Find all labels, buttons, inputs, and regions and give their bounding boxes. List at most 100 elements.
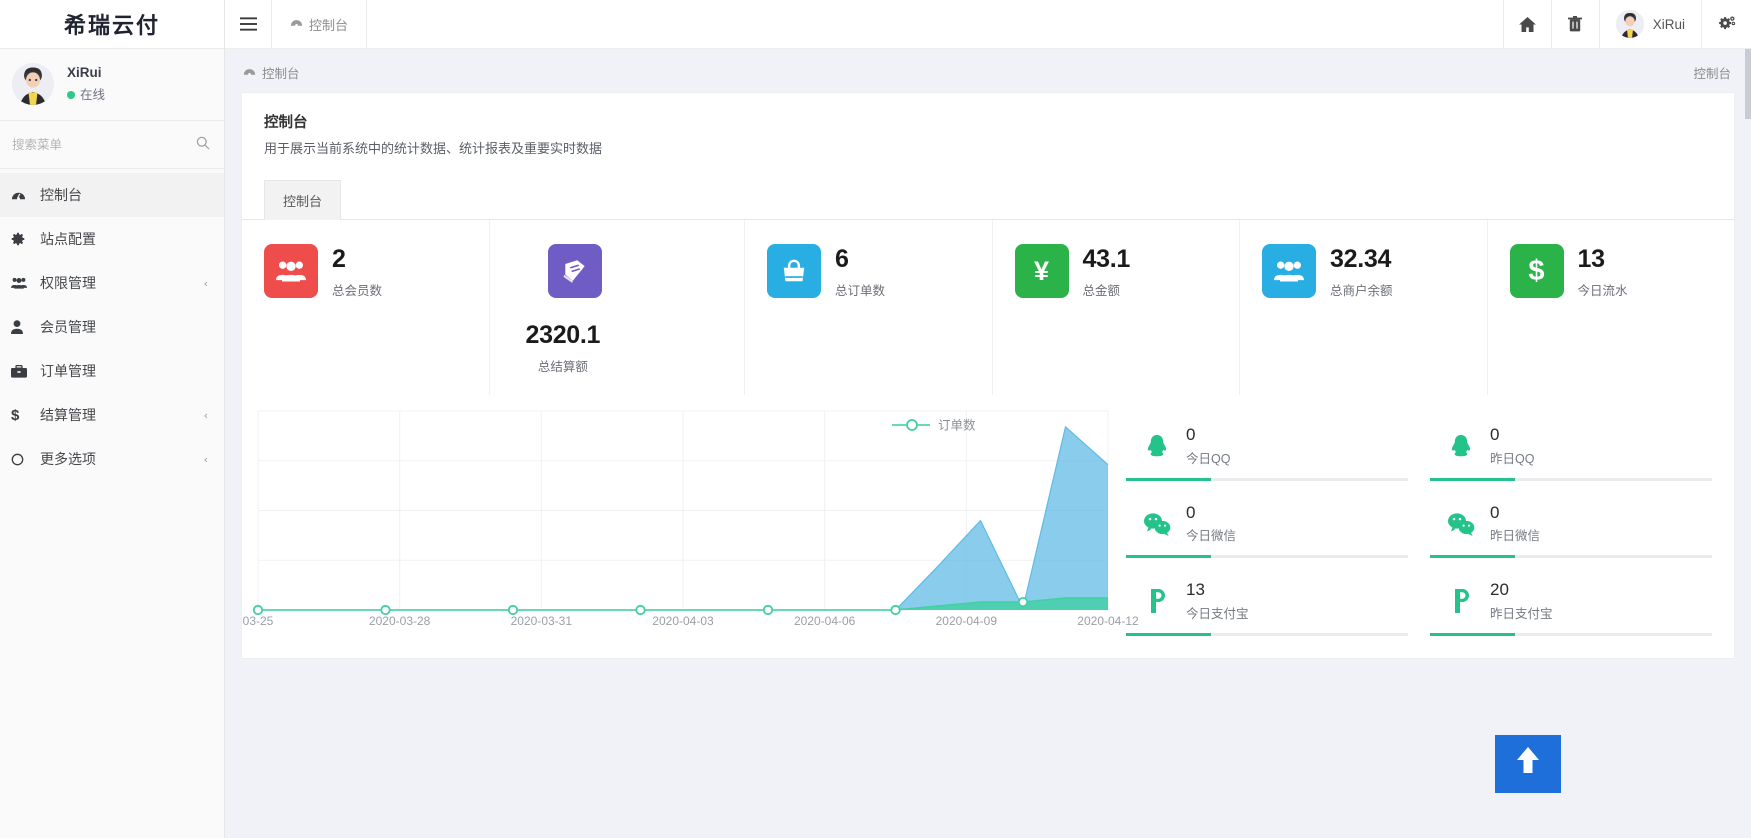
sidebar-item-permissions[interactable]: 权限管理 ‹ bbox=[0, 261, 224, 305]
sidebar-user-meta: XiRui 在线 bbox=[67, 63, 105, 105]
stat-card-body: 6 总订单数 bbox=[835, 244, 885, 299]
vertical-scrollbar[interactable] bbox=[1745, 49, 1751, 838]
sidebar-logo[interactable]: 希瑞云付 bbox=[0, 0, 224, 49]
sidebar-user-name: XiRui bbox=[67, 63, 105, 83]
user-icon bbox=[11, 320, 33, 334]
wechat-icon bbox=[1142, 512, 1172, 536]
stat-card[interactable]: 2320.1 总结算额 bbox=[490, 220, 746, 395]
chart-x-tick-label: 2020-04-09 bbox=[936, 614, 997, 628]
avatar bbox=[12, 63, 54, 105]
chart-x-tick-label: 03-25 bbox=[243, 614, 274, 628]
back-to-top-button[interactable] bbox=[1495, 735, 1561, 793]
app-root: 希瑞云付 XiRui 在线 bbox=[0, 0, 1751, 838]
payment-stat-item[interactable]: 13 今日支付宝 bbox=[1126, 570, 1408, 648]
scrollbar-thumb[interactable] bbox=[1745, 49, 1751, 119]
chevron-left-icon: ‹ bbox=[204, 277, 208, 290]
stat-card[interactable]: $ 13 今日流水 bbox=[1488, 220, 1735, 395]
dashboard-icon bbox=[11, 188, 33, 203]
sidebar-item-more[interactable]: 更多选项 ‹ bbox=[0, 437, 224, 481]
briefcase-icon bbox=[11, 365, 33, 378]
trash-icon[interactable] bbox=[1551, 0, 1599, 48]
breadcrumb-left: 控制台 bbox=[243, 63, 300, 82]
payment-stats-grid: 0 今日QQ bbox=[1118, 403, 1734, 658]
payment-stat-text: 0 昨日微信 bbox=[1490, 503, 1540, 545]
stat-card[interactable]: 2 总会员数 bbox=[242, 220, 490, 395]
search-icon[interactable] bbox=[196, 136, 210, 153]
payment-stat-text: 13 今日支付宝 bbox=[1186, 580, 1249, 622]
circle-icon bbox=[11, 453, 33, 466]
sidebar-item-label: 控制台 bbox=[40, 185, 208, 205]
payment-stat-value: 20 bbox=[1490, 580, 1553, 600]
payment-stat-text: 0 今日QQ bbox=[1186, 425, 1230, 467]
dollar-icon: $ bbox=[1510, 244, 1564, 298]
topbar-user-name: XiRui bbox=[1653, 17, 1685, 32]
payment-stat-label: 昨日支付宝 bbox=[1490, 603, 1553, 622]
stat-card-label: 总会员数 bbox=[332, 280, 382, 299]
stat-card-label: 今日流水 bbox=[1578, 280, 1628, 299]
stat-card[interactable]: ¥ 43.1 总金额 bbox=[993, 220, 1241, 395]
progress-bar bbox=[1430, 478, 1712, 481]
gears-icon[interactable] bbox=[1701, 0, 1751, 48]
breadcrumb-label: 控制台 bbox=[262, 63, 300, 82]
chart-x-tick-label: 2020-03-31 bbox=[511, 614, 572, 628]
payment-stat-row: 0 今日QQ bbox=[1126, 425, 1408, 467]
progress-bar-fill bbox=[1126, 633, 1211, 636]
sidebar-item-site-config[interactable]: 站点配置 bbox=[0, 217, 224, 261]
sidebar: 希瑞云付 XiRui 在线 bbox=[0, 0, 225, 838]
orders-area-chart[interactable]: 订单数 03-252020-03-282020-03-312020-04-032… bbox=[242, 403, 1118, 658]
payment-stat-label: 昨日QQ bbox=[1490, 448, 1534, 467]
payment-stat-value: 0 bbox=[1490, 425, 1534, 445]
payment-stat-item[interactable]: 0 今日微信 bbox=[1126, 493, 1408, 571]
alipay-icon bbox=[1142, 588, 1172, 614]
search-input[interactable] bbox=[8, 138, 196, 152]
progress-bar bbox=[1126, 478, 1408, 481]
tab-dashboard[interactable]: 控制台 bbox=[271, 0, 367, 48]
stat-card[interactable]: 6 总订单数 bbox=[745, 220, 993, 395]
hamburger-icon[interactable] bbox=[225, 0, 271, 48]
payment-stat-label: 今日QQ bbox=[1186, 448, 1230, 467]
stat-card-label: 总金额 bbox=[1083, 280, 1130, 299]
home-icon[interactable] bbox=[1503, 0, 1551, 48]
sidebar-item-orders[interactable]: 订单管理 bbox=[0, 349, 224, 393]
sidebar-item-dashboard[interactable]: 控制台 bbox=[0, 173, 224, 217]
sidebar-search[interactable] bbox=[0, 121, 224, 169]
tab-label: 控制台 bbox=[309, 15, 348, 34]
chevron-left-icon: ‹ bbox=[204, 409, 208, 422]
stat-card-value: 6 bbox=[835, 246, 885, 272]
payment-stat-item[interactable]: 20 昨日支付宝 bbox=[1430, 570, 1712, 648]
stat-card[interactable]: 32.34 总商户余额 bbox=[1240, 220, 1488, 395]
qq-icon bbox=[1446, 433, 1476, 459]
chart-x-axis-labels: 03-252020-03-282020-03-312020-04-032020-… bbox=[252, 614, 1118, 636]
chart-svg: 订单数 bbox=[252, 403, 1112, 618]
avatar bbox=[1616, 10, 1644, 38]
progress-bar-fill bbox=[1430, 555, 1515, 558]
shopping-bag-icon bbox=[767, 244, 821, 298]
sidebar-user-profile[interactable]: XiRui 在线 bbox=[0, 49, 224, 121]
payment-stat-text: 20 昨日支付宝 bbox=[1490, 580, 1553, 622]
sidebar-item-settlement[interactable]: $ 结算管理 ‹ bbox=[0, 393, 224, 437]
payment-stat-value: 0 bbox=[1490, 503, 1540, 523]
payment-stat-item[interactable]: 0 昨日微信 bbox=[1430, 493, 1712, 571]
sidebar-nav: 控制台 站点配置 权限管理 ‹ 会员 bbox=[0, 169, 224, 838]
topbar: 控制台 bbox=[225, 0, 1751, 49]
dashboard-icon bbox=[290, 16, 303, 32]
chart-x-tick-label: 2020-04-06 bbox=[794, 614, 855, 628]
stat-card-body: 2320.1 总结算额 bbox=[520, 312, 601, 375]
online-dot-icon bbox=[67, 91, 75, 99]
sidebar-item-label: 更多选项 bbox=[40, 449, 204, 469]
payment-stat-text: 0 今日微信 bbox=[1186, 503, 1236, 545]
topbar-user[interactable]: XiRui bbox=[1599, 0, 1701, 48]
sidebar-item-label: 结算管理 bbox=[40, 405, 204, 425]
payment-stat-row: 13 今日支付宝 bbox=[1126, 580, 1408, 622]
payment-stat-item[interactable]: 0 昨日QQ bbox=[1430, 415, 1712, 493]
wechat-icon bbox=[1446, 512, 1476, 536]
sidebar-item-label: 权限管理 bbox=[40, 273, 204, 293]
payment-stat-row: 0 昨日QQ bbox=[1430, 425, 1712, 467]
progress-bar bbox=[1126, 633, 1408, 636]
sidebar-item-members[interactable]: 会员管理 bbox=[0, 305, 224, 349]
sidebar-item-label: 订单管理 bbox=[40, 361, 208, 381]
book-icon bbox=[548, 244, 602, 298]
payment-stat-item[interactable]: 0 今日QQ bbox=[1126, 415, 1408, 493]
chart-x-tick-label: 2020-04-03 bbox=[652, 614, 713, 628]
tab-dashboard-panel[interactable]: 控制台 bbox=[264, 180, 341, 220]
